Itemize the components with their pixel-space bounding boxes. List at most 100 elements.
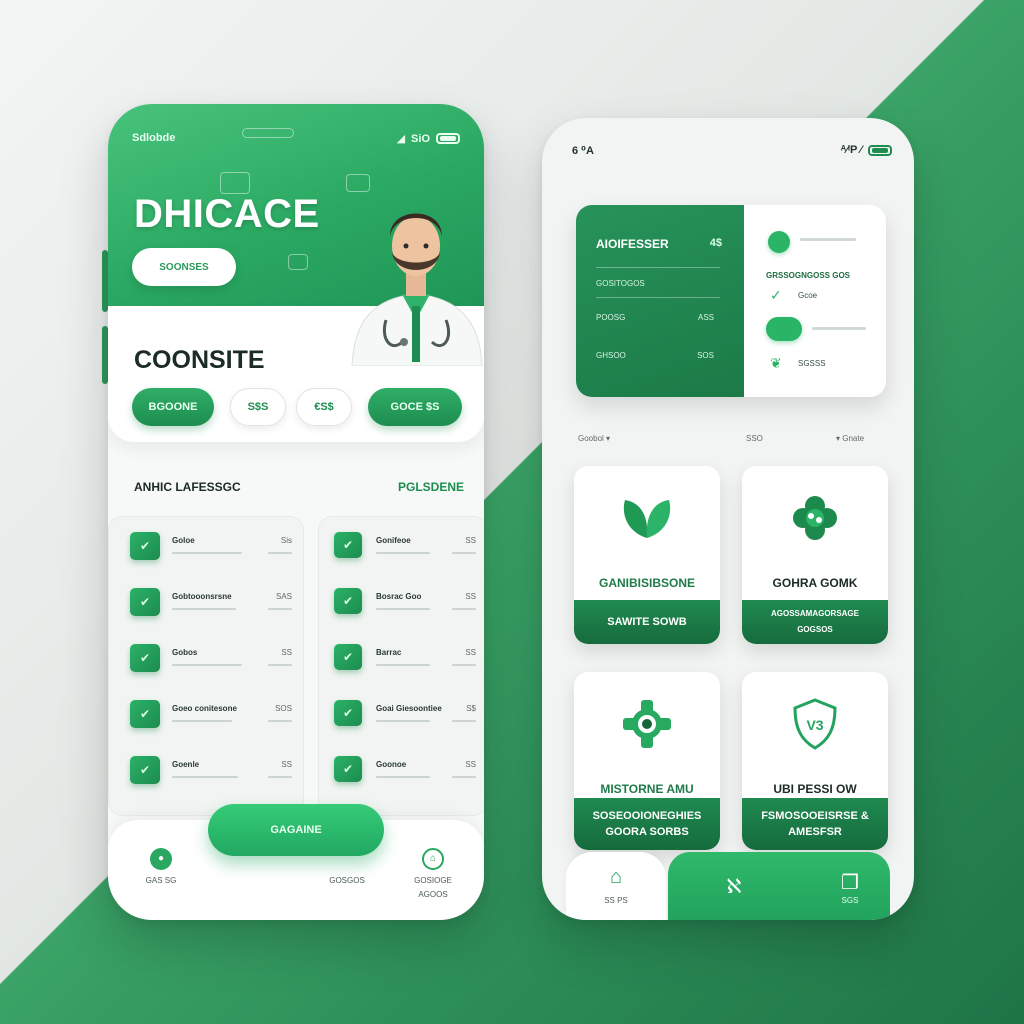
list-item-subline-value [268,720,292,722]
list-item-title: Gonifeoe [376,536,411,545]
list-item-subline [376,776,430,778]
list-item-title: Goai Giesoontiee [376,704,442,713]
list-item[interactable]: ✔ Gobtooonsrsne SAS [130,588,300,624]
summary-title: AIOIFESSER [596,237,669,251]
list-item-subline [376,664,430,666]
list-item-subline [172,552,242,554]
cta-button[interactable]: GAGAINE [208,804,384,856]
service-tile[interactable]: MISTORNE AMU SOSEOOIONEGHIES GOORA SORBS [574,672,720,850]
summary-row-label: GOSITOGOS [596,279,645,288]
check-mark-icon: ✓ [770,287,782,303]
nav-home[interactable]: ⌂ SS PS [566,852,666,920]
list-item-subline-value [268,776,292,778]
list-item-title: Goloe [172,536,195,545]
list-item-subline-value [452,776,476,778]
summary-row-value: SOS [697,351,714,360]
check-icon: ✔ [334,756,362,782]
medical-flower-icon [785,488,845,548]
tile-label: GOHRA GOMK [772,576,858,590]
folder-icon: ❐ [841,872,859,894]
consult-button-option-2[interactable]: €S$ [296,388,352,426]
summary-row-value: ASS [697,313,714,322]
section-link[interactable]: PGLSDENE [398,480,464,494]
check-icon: ✔ [130,756,160,784]
list-item-subline-value [268,552,292,554]
tile-label: UBI PESSI OW [773,782,857,796]
check-icon: ✔ [130,700,160,728]
list-item-value: Sis [280,536,292,545]
list-item-value: SS [465,536,476,545]
summary-side-item: Gcoe [798,291,818,300]
list-item-title: Gobtooonsrsne [172,592,232,601]
list-item-title: Goonoe [376,760,407,769]
list-column-a: ✔ Goloe Sis ✔ Gobtooonsrsne SAS ✔ Gobos … [108,516,304,816]
left-phone: Sdlobde ◢ SiO DHICACE SOONSES COONSITE B… [108,104,484,920]
filter-dropdown-right[interactable]: ▾ Gnate [836,434,864,443]
svg-text:V3: V3 [806,717,823,733]
consult-button-secondary[interactable]: GOCE $S [368,388,462,426]
list-item[interactable]: ✔ Gobos SS [130,644,300,680]
nav-item-label: GAS SG [145,876,177,885]
doctor-illustration [351,213,483,366]
filter-dropdown[interactable]: Goobol ▾ [578,434,610,443]
doodle-box-icon [288,254,308,270]
list-item[interactable]: ✔ Bosrac Goo SS [334,588,484,624]
list-item-value: S$ [466,704,476,713]
user-icon: ⌂ [422,848,444,870]
nav-item-home[interactable]: ● GAS SG [126,848,196,885]
doodle-pen-icon [242,128,294,138]
nav-item-settings[interactable]: AGOOS [398,890,468,899]
home-icon: ⌂ [609,866,623,888]
home-icon: ● [150,848,172,870]
list-item-value: SS [465,648,476,657]
filter-label[interactable]: SSO [746,434,763,443]
nav-item-calendar[interactable]: GOSGOS [312,876,382,885]
list-item[interactable]: ✔ Gonifeoe SS [334,532,484,568]
service-tile[interactable]: GANIBISIBSONE SAWITE SOWB [574,466,720,644]
summary-divider [596,297,720,298]
nav-active-tab[interactable]: ℵ ❐ SGS [668,852,890,920]
stethoscope-icon: ℵ [726,876,742,898]
list-item-value: SS [465,592,476,601]
list-item-title: Gobos [172,648,198,657]
list-item[interactable]: ✔ Goeo conitesone SOS [130,700,300,736]
list-item[interactable]: ✔ Goloe Sis [130,532,300,568]
summary-side-header: GRSSOGNGOSS GOS [766,271,851,280]
summary-side-line [812,327,866,330]
status-bar-right: ◢ SiO [397,132,460,145]
consult-button-primary[interactable]: BGOONE [132,388,214,426]
list-item-title: Goeo conitesone [172,704,237,713]
summary-panel: AIOIFESSER 4$ GOSITOGOS POOSG ASS GHSOO … [576,205,744,397]
hero-action-button[interactable]: SOONSES [132,248,236,286]
list-item-subline [376,552,430,554]
shield-icon: V3 [785,694,845,754]
nav-item-profile[interactable]: ⌂ GOSIOGE [398,848,468,885]
list-item[interactable]: ✔ Goonoe SS [334,756,484,792]
nav-item-label: AGOOS [418,890,448,899]
nav-home-label: SS PS [604,896,628,905]
list-item-subline [172,664,242,666]
list-column-b: ✔ Gonifeoe SS ✔ Bosrac Goo SS ✔ Barrac S… [318,516,484,816]
list-item-subline-value [452,664,476,666]
right-phone: 6 ⁰A ᴬ⁄ᴵP ⁄ AIOIFESSER 4$ GOSITOGOS POOS… [542,118,914,920]
consult-button-option-1[interactable]: S$S [230,388,286,426]
list-item-value: SAS [275,592,292,601]
tile-footer: SAWITE SOWB [574,600,720,644]
list-item-title: Barrac [376,648,402,657]
list-item[interactable]: ✔ Goai Giesoontiee S$ [334,700,484,736]
leaf-icon [617,488,677,548]
list-item-subline-value [452,608,476,610]
service-tile[interactable]: V3 UBI PESSI OW FSMOSOOEISRSE & AMESFSR [742,672,888,850]
consult-title: COONSITE [134,346,265,374]
tile-footer: FSMOSOOEISRSE & AMESFSR [742,798,888,850]
status-bar-text: ᴬ⁄ᴵP ⁄ [840,144,862,156]
service-tile[interactable]: GOHRA GOMK AGOSSAMAGORSAGE GOGSOS [742,466,888,644]
list-item[interactable]: ✔ Goenle SS [130,756,300,792]
list-item[interactable]: ✔ Barrac SS [334,644,484,680]
toggle-icon[interactable] [766,317,802,341]
list-item-subline-value [452,552,476,554]
list-item-subline [376,608,430,610]
list-item-title: Goenle [172,760,200,769]
list-item-subline [172,608,236,610]
list-item-value: SOS [275,704,292,713]
